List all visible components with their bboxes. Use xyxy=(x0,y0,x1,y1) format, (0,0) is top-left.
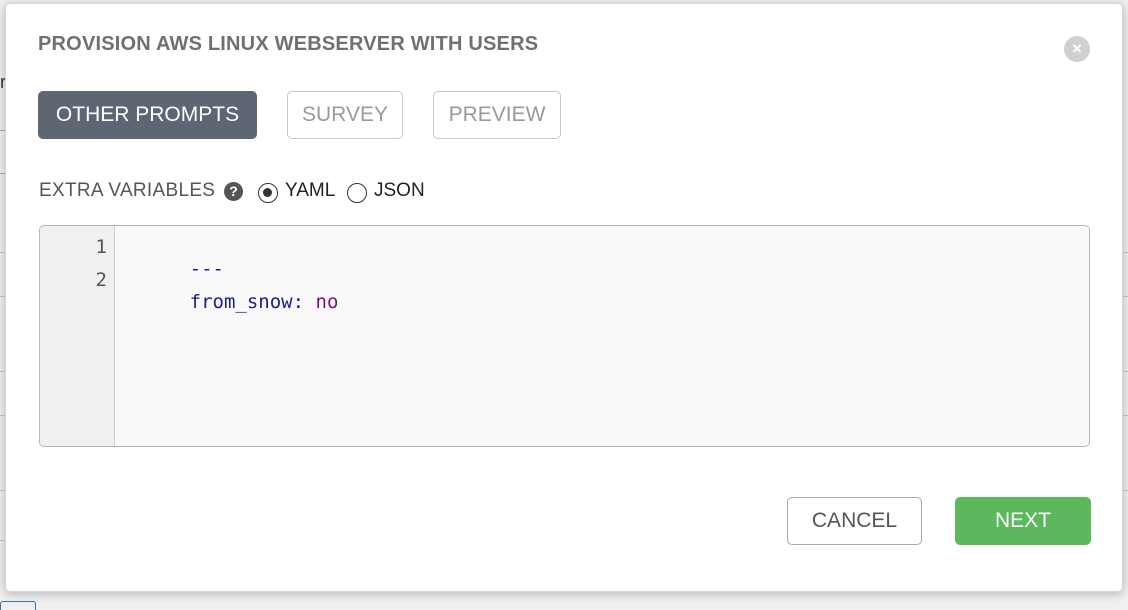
prompt-modal: PROVISION AWS LINUX WEBSERVER WITH USERS… xyxy=(5,3,1123,592)
line-number: 1 xyxy=(95,236,107,258)
cancel-button[interactable]: CANCEL xyxy=(787,497,922,545)
tab-survey[interactable]: SURVEY xyxy=(287,91,403,139)
next-button[interactable]: NEXT xyxy=(955,497,1091,545)
line-number: 2 xyxy=(95,269,107,291)
yaml-key: from_snow xyxy=(189,291,293,313)
tab-other-prompts[interactable]: OTHER PROMPTS xyxy=(38,91,257,139)
extra-variables-label: EXTRA VARIABLES xyxy=(39,180,216,201)
extra-variables-editor[interactable]: 1 2 --- from_snow: no xyxy=(39,225,1090,447)
tab-preview[interactable]: PREVIEW xyxy=(433,91,561,139)
line-number-gutter: 1 2 xyxy=(40,226,115,446)
json-radio[interactable] xyxy=(347,183,367,203)
code-line-2[interactable]: from_snow: no xyxy=(121,269,339,335)
question-circle-icon[interactable]: ? xyxy=(224,182,243,201)
yaml-radio[interactable] xyxy=(258,183,278,203)
radio-selected-dot xyxy=(263,188,272,197)
yaml-separator: : xyxy=(292,291,305,313)
close-icon[interactable]: × xyxy=(1064,36,1090,62)
json-radio-label[interactable]: JSON xyxy=(374,180,425,202)
yaml-radio-label[interactable]: YAML xyxy=(285,180,335,202)
yaml-value: no xyxy=(315,291,339,313)
modal-title: PROVISION AWS LINUX WEBSERVER WITH USERS xyxy=(38,33,539,55)
